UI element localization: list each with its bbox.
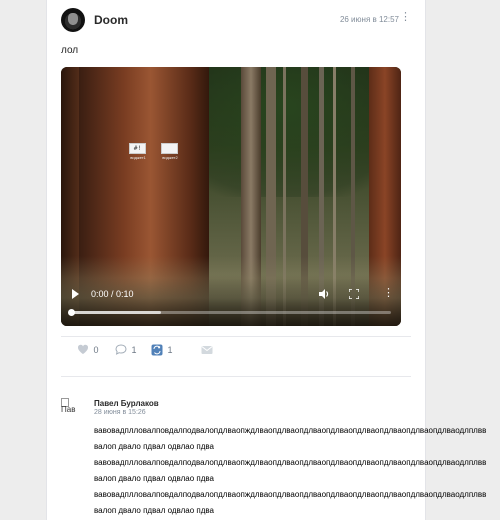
video-progress-bar[interactable] — [68, 309, 391, 316]
comment-count: 1 — [131, 344, 137, 355]
comment-avatar[interactable]: Пав — [61, 398, 85, 422]
comment-date[interactable]: 28 июня в 15:26 — [94, 409, 146, 416]
share-button[interactable] — [201, 342, 213, 356]
share-icon — [201, 345, 213, 354]
comment-line: валоп двало пдвал одвлао пдва — [94, 506, 214, 515]
comment-text: вавовадплловалповдалподвалопдлваопждлвао… — [94, 423, 500, 519]
volume-icon[interactable] — [318, 288, 330, 300]
video-time: 0:00 / 0:10 — [91, 289, 134, 299]
comment-line: вавовадплловалповдалподвалопдлваопждлвао… — [94, 458, 487, 467]
divider — [61, 376, 411, 377]
author-avatar[interactable] — [61, 8, 85, 32]
comment-line: валоп двало пдвал одвлао пдва — [94, 474, 214, 483]
post-text: лол — [61, 45, 79, 56]
more-icon[interactable]: ⋮ — [400, 12, 411, 23]
comment-line: валоп двало пдвал одвлао пдва — [94, 442, 214, 451]
repost-icon — [151, 344, 163, 356]
like-count: 0 — [93, 344, 99, 355]
video-controls — [61, 278, 401, 326]
post-actions: 0 1 1 — [77, 342, 277, 358]
comment-line: вавовадплловалповдалподвалопдлваопждлвао… — [94, 426, 487, 435]
video-progress-thumb[interactable] — [68, 309, 75, 316]
divider — [61, 336, 411, 337]
play-icon[interactable] — [72, 289, 79, 299]
like-button[interactable]: 0 — [77, 342, 99, 356]
post-author[interactable]: Doom — [94, 13, 128, 27]
post-header: Doom 26 июня в 12:57 ⋮ — [61, 8, 411, 34]
post-date[interactable]: 26 июня в 12:57 — [340, 15, 399, 24]
video-player[interactable]: #! виджет1 виджет2 0:00 / 0:10 ⋮ — [61, 67, 401, 326]
comment-button[interactable]: 1 — [115, 342, 137, 356]
repost-button[interactable]: 1 — [151, 342, 173, 356]
fullscreen-icon[interactable] — [348, 288, 360, 300]
heart-icon — [77, 344, 89, 355]
comment-icon — [115, 344, 127, 356]
repost-count: 1 — [167, 344, 173, 355]
overlay-widget-icon: виджет2 — [161, 143, 179, 160]
video-more-icon[interactable]: ⋮ — [383, 287, 394, 299]
video-progress-fill — [68, 309, 161, 316]
comment-author[interactable]: Павел Бурлаков — [94, 399, 159, 408]
comment-line: вавовадплловалповдалподвалопдлваопждлвао… — [94, 490, 487, 499]
overlay-widget-icon: #! виджет1 — [129, 143, 146, 160]
post-card: Doom 26 июня в 12:57 ⋮ лол #! виджет1 ви… — [46, 0, 486, 520]
